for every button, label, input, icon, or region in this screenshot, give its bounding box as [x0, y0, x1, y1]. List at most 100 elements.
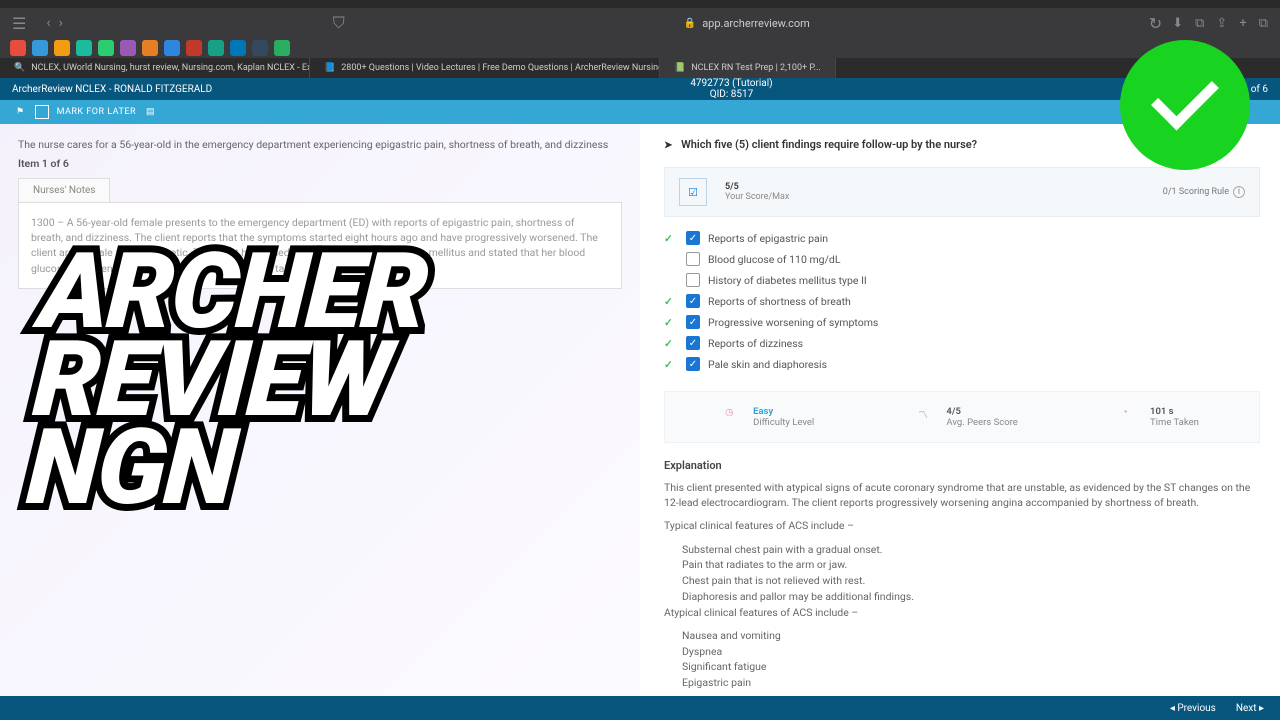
plus-icon[interactable]: +: [1239, 16, 1246, 31]
info-icon[interactable]: i: [1233, 186, 1245, 198]
checkbox[interactable]: [686, 273, 700, 287]
option-label: Progressive worsening of symptoms: [708, 316, 878, 329]
check-icon: ☑: [679, 178, 707, 206]
time-value: 101 s: [1150, 406, 1199, 417]
list-item: Pain that radiates to the arm or jaw.: [682, 557, 1260, 573]
checkbox[interactable]: ✓: [686, 231, 700, 245]
checkbox[interactable]: ✓: [686, 315, 700, 329]
mark-checkbox[interactable]: [35, 105, 49, 119]
bookmark-icon[interactable]: [230, 40, 246, 56]
score-value: 5/5: [725, 182, 789, 192]
bookmark-icon[interactable]: [98, 40, 114, 56]
checkbox[interactable]: ✓: [686, 357, 700, 371]
answer-options: ✓ ✓ Reports of epigastric pain Blood glu…: [664, 231, 1260, 371]
bookmark-icon[interactable]: [32, 40, 48, 56]
question-id: QID: 8517: [710, 89, 754, 100]
copy-icon[interactable]: ⧉: [1195, 16, 1204, 31]
browser-toolbar: ☰ ‹ › ⛉ 🔒 app.archerreview.com ↻ ⬇ ⧉ ⇪ +…: [0, 8, 1280, 38]
refresh-icon[interactable]: ↻: [1149, 14, 1162, 33]
explanation-text: Atypical clinical features of ACS includ…: [664, 605, 1260, 620]
mac-menubar: [0, 0, 1280, 8]
answer-option[interactable]: ✓ ✓ Reports of epigastric pain: [664, 231, 1260, 245]
bookmark-icon[interactable]: [186, 40, 202, 56]
peers-value: 4/5: [946, 406, 1017, 417]
forward-button[interactable]: ›: [59, 15, 63, 31]
previous-button[interactable]: ◂ Previous: [1170, 703, 1216, 714]
browser-tab[interactable]: 📘2800+ Questions | Video Lectures | Free…: [310, 58, 660, 78]
item-counter: Item 1 of 6: [18, 157, 622, 170]
flag-icon[interactable]: ⚑: [16, 107, 25, 117]
checkmark-badge: [1120, 40, 1250, 170]
difficulty-label: Difficulty Level: [753, 417, 814, 428]
scoring-rule: 0/1 Scoring Rule: [1163, 187, 1229, 197]
nurses-notes-tab[interactable]: Nurses' Notes: [18, 178, 110, 202]
explanation-text: This client presented with atypical sign…: [664, 480, 1260, 510]
overlay-title: ARCHER REVIEW NGN: [25, 248, 429, 513]
bookmark-bar: [0, 38, 1280, 58]
list-item: Significant fatigue: [682, 659, 1260, 675]
sidebar-toggle-icon[interactable]: ☰: [12, 14, 26, 33]
bookmark-icon[interactable]: [164, 40, 180, 56]
option-label: Pale skin and diaphoresis: [708, 358, 827, 371]
answer-option[interactable]: History of diabetes mellitus type II: [664, 273, 1260, 287]
app-title: ArcherReview NCLEX - RONALD FITZGERALD: [12, 84, 212, 95]
answer-pane: ➤ Which five (5) client findings require…: [640, 124, 1280, 704]
app-header: ArcherReview NCLEX - RONALD FITZGERALD 4…: [0, 78, 1280, 100]
peers-label: Avg. Peers Score: [946, 417, 1017, 428]
download-icon[interactable]: ⬇: [1172, 16, 1183, 31]
mark-for-later-label: MARK FOR LATER: [57, 107, 136, 117]
shield-icon[interactable]: ⛉: [333, 13, 345, 33]
list-item: Epigastric pain: [682, 675, 1260, 691]
score-summary: ☑ 5/5 Your Score/Max 0/1 Scoring Rule i: [664, 167, 1260, 217]
list-item: Dyspnea: [682, 644, 1260, 660]
next-button[interactable]: Next ▸: [1236, 703, 1264, 714]
back-button[interactable]: ‹: [46, 15, 50, 31]
lock-icon: 🔒: [684, 18, 696, 29]
bookmark-icon[interactable]: [252, 40, 268, 56]
clock-icon: ◔: [1122, 407, 1142, 427]
explanation-text: Typical clinical features of ACS include…: [664, 518, 1260, 533]
option-label: History of diabetes mellitus type II: [708, 274, 867, 287]
correct-mark-icon: ✓: [664, 316, 678, 329]
answer-option[interactable]: Blood glucose of 110 mg/dL: [664, 252, 1260, 266]
question-toolbar: ⚑ MARK FOR LATER ▤: [0, 100, 1280, 124]
gauge-icon: ◷: [725, 407, 745, 427]
answer-option[interactable]: ✓ ✓ Progressive worsening of symptoms: [664, 315, 1260, 329]
option-label: Reports of dizziness: [708, 337, 803, 350]
option-label: Blood glucose of 110 mg/dL: [708, 253, 840, 266]
option-label: Reports of epigastric pain: [708, 232, 828, 245]
question-stats: ◷ Easy Difficulty Level 〽 4/5 Avg. Peers…: [664, 391, 1260, 443]
page-of: of 6: [1251, 84, 1268, 95]
share-icon[interactable]: ⇪: [1216, 16, 1227, 31]
browser-tab[interactable]: 📗NCLEX RN Test Prep | 2,100+ P...: [660, 58, 836, 78]
bookmark-icon[interactable]: [208, 40, 224, 56]
answer-option[interactable]: ✓ ✓ Reports of dizziness: [664, 336, 1260, 350]
bookmark-icon[interactable]: [54, 40, 70, 56]
notes-icon[interactable]: ▤: [146, 107, 155, 117]
bookmark-icon[interactable]: [274, 40, 290, 56]
checkbox[interactable]: [686, 252, 700, 266]
browser-tab[interactable]: 🔍NCLEX, UWorld Nursing, hurst review, Nu…: [0, 58, 310, 78]
checkbox[interactable]: ✓: [686, 336, 700, 350]
arrow-icon: ➤: [664, 140, 672, 151]
tabs-icon[interactable]: ⧉: [1259, 16, 1268, 31]
url-text: app.archerreview.com: [702, 17, 810, 30]
option-label: Reports of shortness of breath: [708, 295, 851, 308]
answer-option[interactable]: ✓ ✓ Pale skin and diaphoresis: [664, 357, 1260, 371]
correct-mark-icon: ✓: [664, 295, 678, 308]
list-item: Diaphoresis and pallor may be additional…: [682, 589, 1260, 605]
bookmark-icon[interactable]: [10, 40, 26, 56]
checkbox[interactable]: ✓: [686, 294, 700, 308]
answer-option[interactable]: ✓ ✓ Reports of shortness of breath: [664, 294, 1260, 308]
bookmark-icon[interactable]: [142, 40, 158, 56]
url-bar[interactable]: 🔒 app.archerreview.com: [355, 17, 1139, 30]
tab-strip: 🔍NCLEX, UWorld Nursing, hurst review, Nu…: [0, 58, 1280, 78]
footer-nav: ◂ Previous Next ▸: [0, 696, 1280, 720]
correct-mark-icon: ✓: [664, 337, 678, 350]
tutorial-id: 4792773 (Tutorial): [690, 78, 772, 89]
time-label: Time Taken: [1150, 417, 1199, 428]
score-label: Your Score/Max: [725, 192, 789, 202]
correct-mark-icon: ✓: [664, 232, 678, 245]
bookmark-icon[interactable]: [120, 40, 136, 56]
bookmark-icon[interactable]: [76, 40, 92, 56]
